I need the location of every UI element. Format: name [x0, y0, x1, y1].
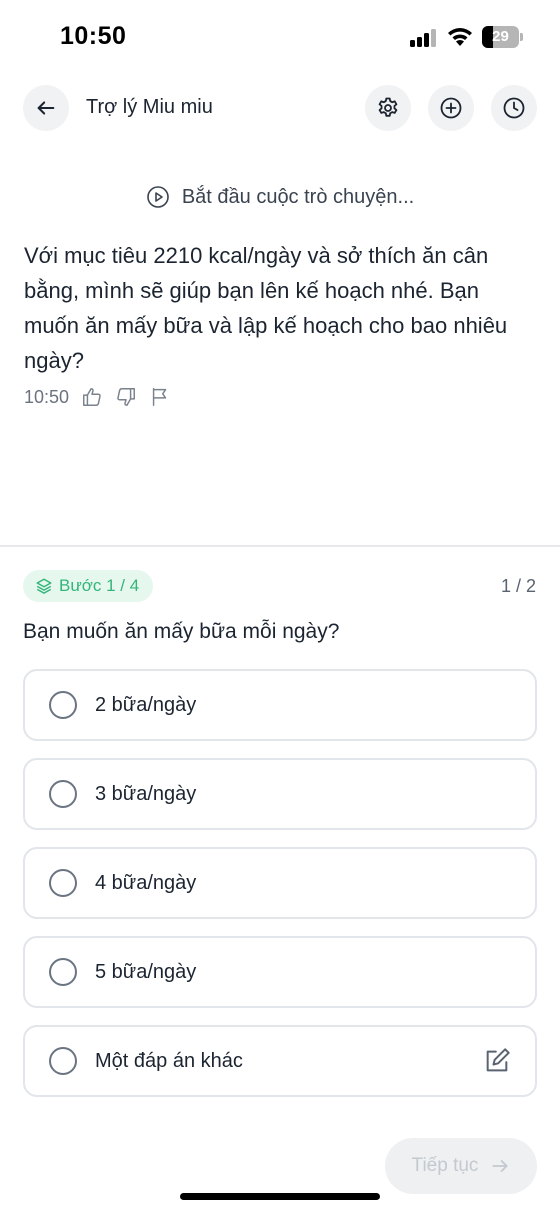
- battery-level: 29: [492, 28, 509, 45]
- radio-button[interactable]: [49, 869, 77, 897]
- new-chat-button[interactable]: [428, 85, 474, 131]
- continue-button[interactable]: Tiếp tục: [385, 1138, 537, 1194]
- radio-button[interactable]: [49, 1047, 77, 1075]
- message-meta: 10:50: [24, 386, 183, 408]
- question-text: Bạn muốn ăn mấy bữa mỗi ngày?: [23, 620, 340, 643]
- gear-icon: [378, 97, 398, 117]
- assistant-message: Với mục tiêu 2210 kcal/ngày và sở thích …: [24, 243, 508, 373]
- status-bar: 10:50 29: [0, 0, 560, 76]
- option-label: 4 bữa/ngày: [95, 871, 197, 894]
- step-label: Bước 1 / 4: [59, 576, 140, 595]
- radio-button[interactable]: [49, 691, 77, 719]
- thumbs-up-icon[interactable]: [81, 386, 103, 408]
- status-time: 10:50: [60, 22, 127, 50]
- wifi-icon: [446, 24, 474, 48]
- play-circle-icon: [147, 186, 169, 208]
- history-button[interactable]: [491, 85, 537, 131]
- option-label: 5 bữa/ngày: [95, 960, 197, 983]
- conversation-start: Bắt đầu cuộc trò chuyện...: [0, 185, 560, 209]
- option-4-meals[interactable]: 4 bữa/ngày: [23, 847, 537, 919]
- message-time: 10:50: [24, 386, 70, 407]
- divider: [0, 545, 560, 547]
- edit-icon[interactable]: [483, 1047, 511, 1075]
- page-title: Trợ lý Miu miu: [86, 96, 213, 118]
- arrow-left-icon: [37, 101, 55, 115]
- flag-icon[interactable]: [149, 386, 171, 408]
- continue-label: Tiếp tục: [411, 1155, 479, 1176]
- option-label: 3 bữa/ngày: [95, 782, 197, 805]
- thumbs-down-icon[interactable]: [115, 386, 137, 408]
- option-3-meals[interactable]: 3 bữa/ngày: [23, 758, 537, 830]
- option-other-answer[interactable]: Một đáp án khác: [23, 1025, 537, 1097]
- step-badge: Bước 1 / 4: [23, 570, 154, 602]
- clock-icon: [503, 97, 525, 119]
- plus-circle-icon: [440, 97, 462, 119]
- option-label: Một đáp án khác: [95, 1049, 243, 1072]
- battery-icon: 29: [482, 26, 524, 48]
- signal-icon: [410, 29, 438, 47]
- settings-button[interactable]: [365, 85, 411, 131]
- page-count: 1 / 2: [500, 576, 536, 596]
- radio-button[interactable]: [49, 780, 77, 808]
- arrow-right-icon: [492, 1160, 509, 1172]
- conversation-start-label: Bắt đầu cuộc trò chuyện...: [181, 185, 415, 208]
- home-indicator[interactable]: [180, 1193, 380, 1200]
- back-button[interactable]: [23, 85, 69, 131]
- option-5-meals[interactable]: 5 bữa/ngày: [23, 936, 537, 1008]
- layers-icon: [36, 578, 52, 594]
- option-label: 2 bữa/ngày: [95, 693, 197, 716]
- radio-button[interactable]: [49, 958, 77, 986]
- option-2-meals[interactable]: 2 bữa/ngày: [23, 669, 537, 741]
